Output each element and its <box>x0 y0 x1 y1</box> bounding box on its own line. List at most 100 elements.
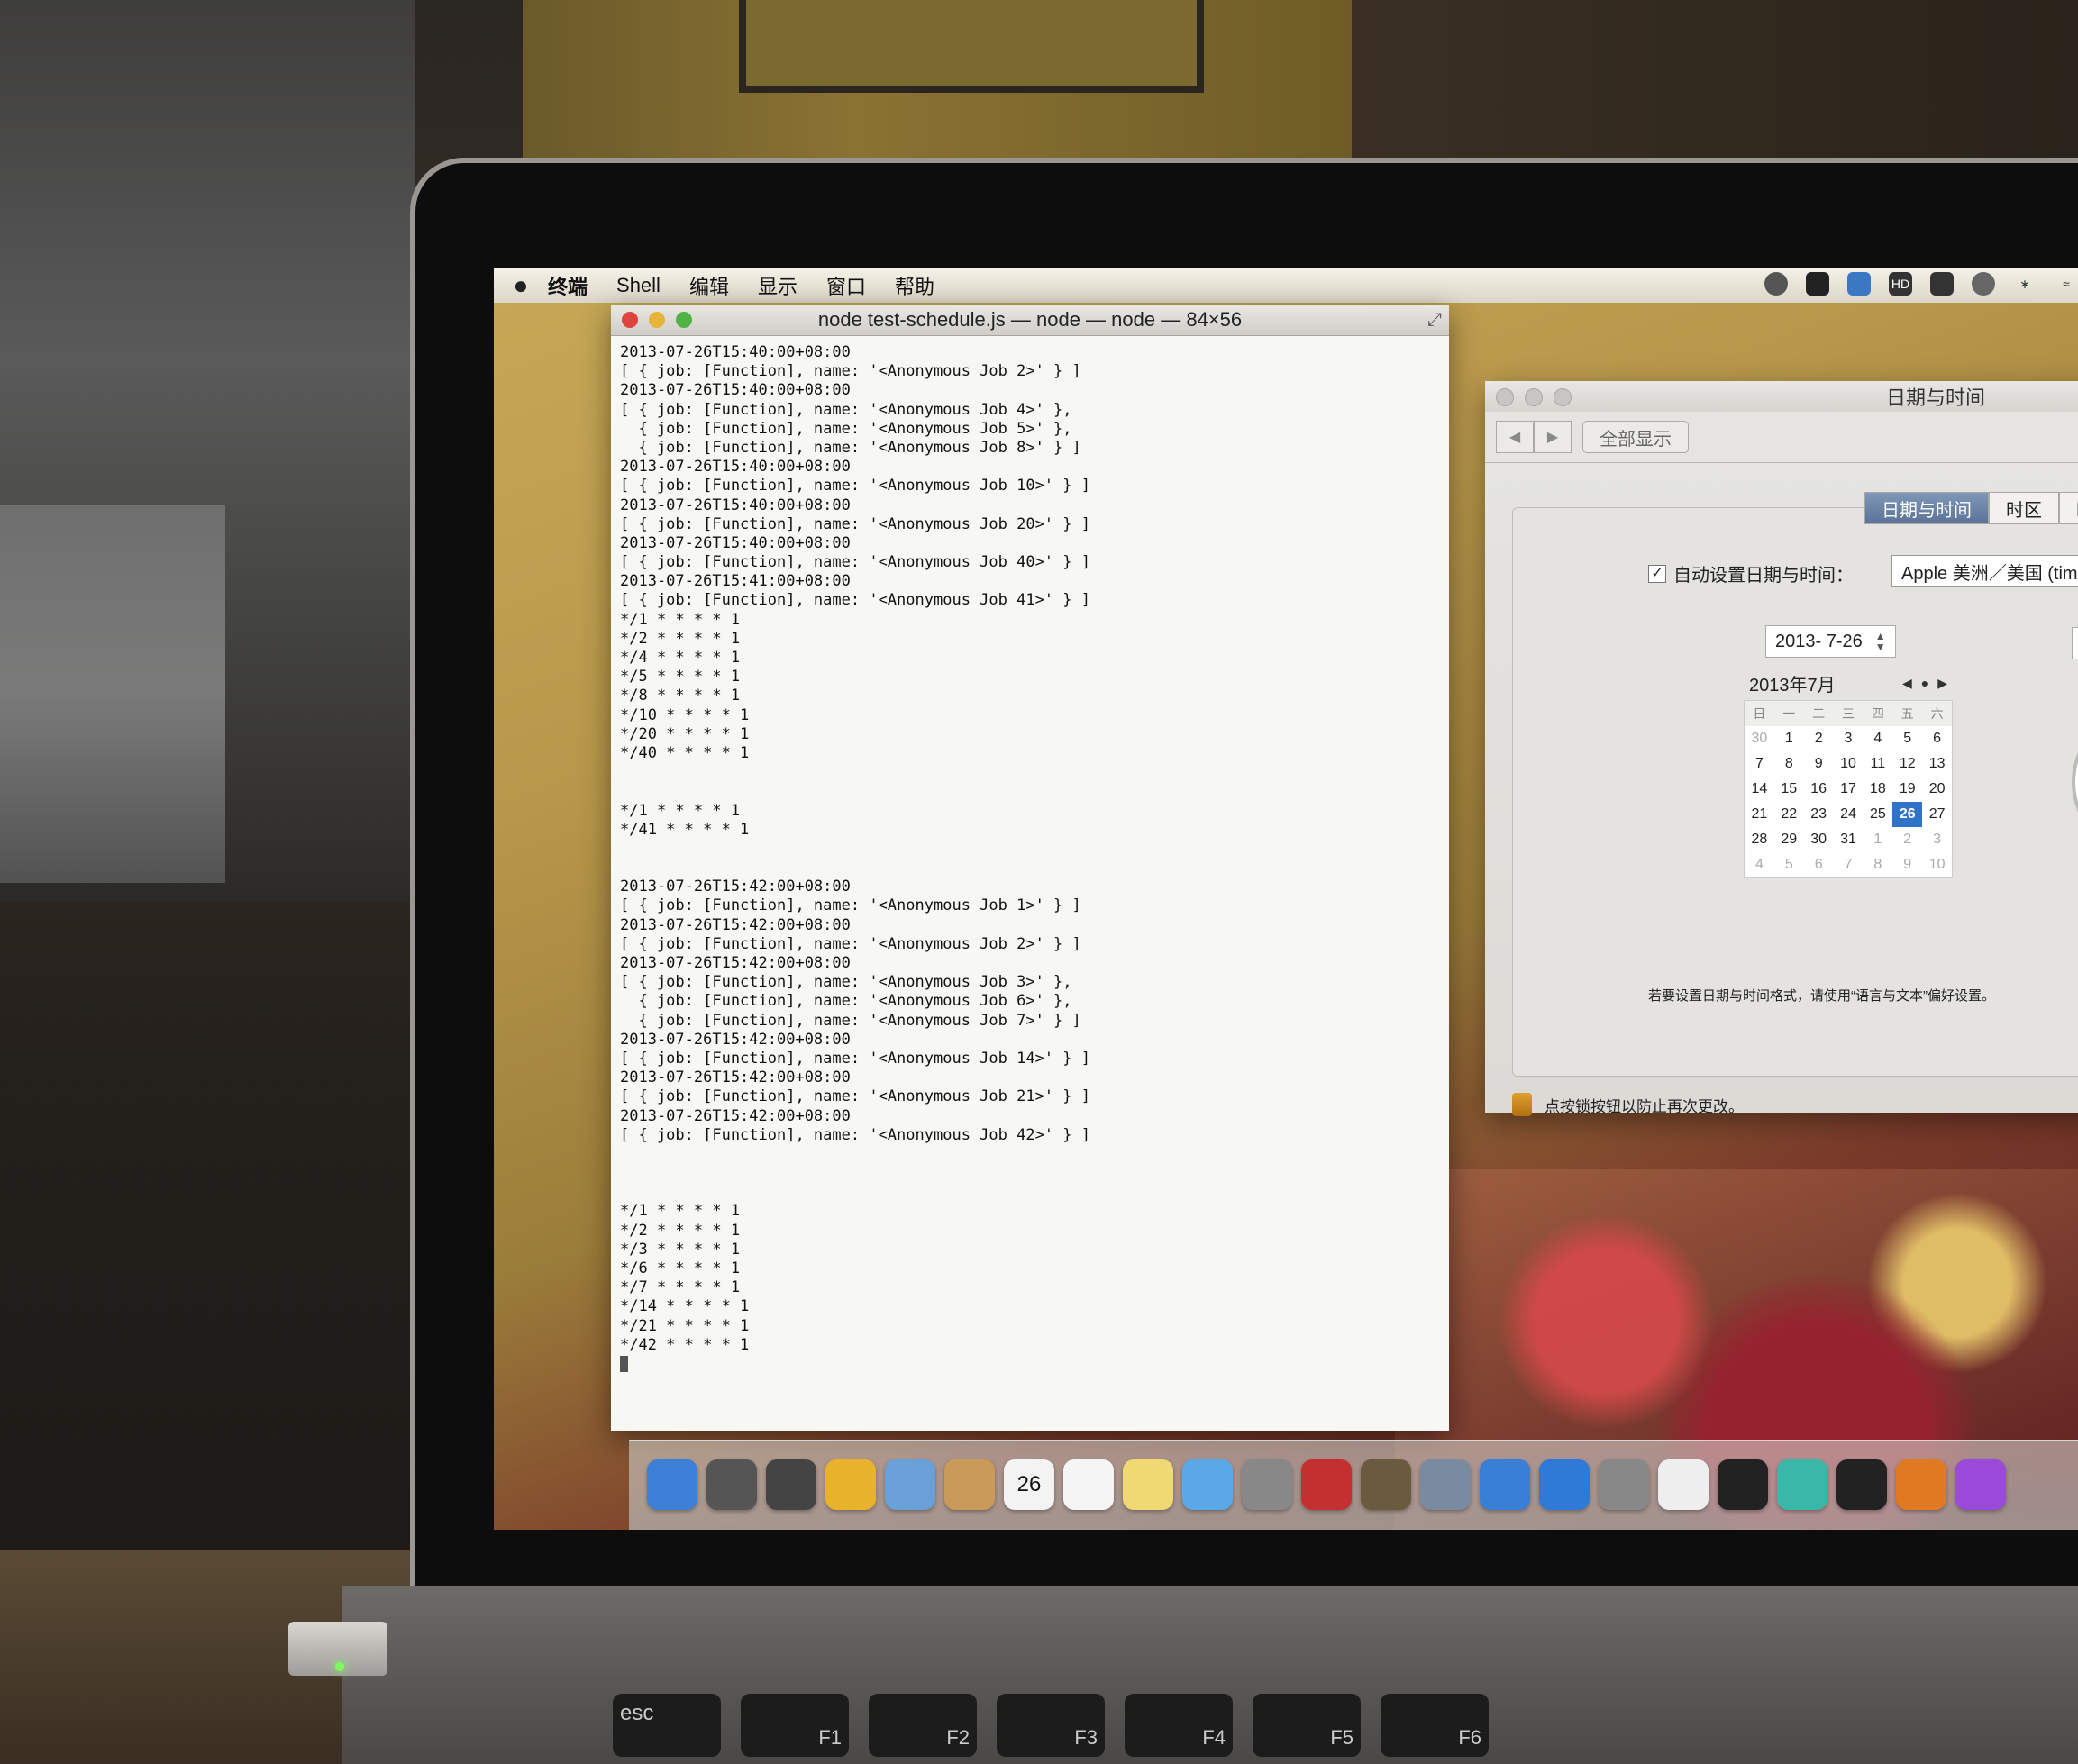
calendar-day[interactable]: 18 <box>1863 777 1892 802</box>
close-button[interactable] <box>1496 388 1514 406</box>
wifi-icon[interactable]: ≈ <box>2055 272 2078 296</box>
itunes-icon[interactable] <box>1480 1459 1530 1510</box>
hd-icon[interactable]: HD <box>1889 272 1912 296</box>
calendar-day[interactable]: 23 <box>1804 802 1834 827</box>
dropbox-icon[interactable] <box>1847 272 1871 296</box>
calendar-day[interactable]: 10 <box>1922 852 1952 877</box>
next-month-icon[interactable]: ▶ <box>1937 676 1947 691</box>
system-preferences-icon[interactable] <box>1599 1459 1649 1510</box>
tab-time-zone[interactable]: 时区 <box>1989 492 2059 524</box>
menu-terminal[interactable]: 终端 <box>548 271 588 300</box>
calendar-day[interactable]: 24 <box>1834 802 1864 827</box>
m-app-icon[interactable] <box>1777 1459 1827 1510</box>
lock-icon[interactable] <box>1512 1093 1532 1116</box>
calendar-day[interactable]: 31 <box>1834 827 1864 852</box>
key-f3[interactable]: F3 <box>997 1694 1105 1757</box>
notes-icon[interactable] <box>1123 1459 1173 1510</box>
calendar-day[interactable]: 3 <box>1922 827 1952 852</box>
calendar-day[interactable]: 28 <box>1745 827 1774 852</box>
flower-app-icon[interactable] <box>1955 1459 2006 1510</box>
terminal-output[interactable]: 2013-07-26T15:40:00+08:00[ { job: [Funct… <box>611 336 1449 1381</box>
calendar-day[interactable]: 1 <box>1863 827 1892 852</box>
time-machine-icon[interactable] <box>1972 272 1995 296</box>
calendar-day[interactable]: 22 <box>1774 802 1804 827</box>
forward-button[interactable]: ▶ <box>1534 421 1572 453</box>
show-all-button[interactable]: 全部显示 <box>1582 421 1689 453</box>
calendar-day[interactable]: 6 <box>1922 726 1952 751</box>
menu-view[interactable]: 显示 <box>758 271 797 300</box>
time-field[interactable]: 下 <box>2072 627 2078 659</box>
calendar-day[interactable]: 1 <box>1774 726 1804 751</box>
key-f6[interactable]: F6 <box>1381 1694 1489 1757</box>
calendar-day[interactable]: 10 <box>1834 751 1864 777</box>
key-f5[interactable]: F5 <box>1253 1694 1361 1757</box>
calendar-day[interactable]: 13 <box>1922 751 1952 777</box>
facetime-icon[interactable] <box>1242 1459 1292 1510</box>
evernote-icon[interactable] <box>1764 272 1788 296</box>
minimize-button[interactable] <box>649 312 665 328</box>
calendar-day[interactable]: 21 <box>1745 802 1774 827</box>
calendar-day[interactable]: 3 <box>1834 726 1864 751</box>
calendar-day[interactable]: 27 <box>1922 802 1952 827</box>
document-icon[interactable] <box>1658 1459 1709 1510</box>
minimize-button[interactable] <box>1525 388 1543 406</box>
date-field[interactable]: 2013- 7-26 ▲ ▼ <box>1765 625 1896 658</box>
key-f4[interactable]: F4 <box>1125 1694 1233 1757</box>
chrome-icon[interactable] <box>825 1459 876 1510</box>
contacts-icon[interactable] <box>944 1459 995 1510</box>
calendar-day[interactable]: 5 <box>1774 852 1804 877</box>
previous-month-icon[interactable]: ◀ <box>1902 676 1912 691</box>
calendar-day[interactable]: 25 <box>1863 802 1892 827</box>
calendar-day[interactable]: 12 <box>1892 751 1922 777</box>
firefox-icon[interactable] <box>1896 1459 1946 1510</box>
calendar-day[interactable]: 5 <box>1892 726 1922 751</box>
zoom-button[interactable] <box>676 312 692 328</box>
app-store-icon[interactable] <box>1539 1459 1590 1510</box>
calendar-day[interactable]: 6 <box>1804 852 1834 877</box>
terminal-icon[interactable] <box>1718 1459 1768 1510</box>
battery-meter-icon[interactable] <box>1930 272 1954 296</box>
calendar-day[interactable]: 16 <box>1804 777 1834 802</box>
bluetooth-icon[interactable]: ∗ <box>2013 272 2037 296</box>
reminders-icon[interactable] <box>1063 1459 1114 1510</box>
fullscreen-icon[interactable]: ⤢ <box>1427 310 1442 331</box>
qq-icon[interactable] <box>1836 1459 1887 1510</box>
today-dot-icon[interactable]: ● <box>1921 676 1928 691</box>
calendar-day[interactable]: 9 <box>1892 852 1922 877</box>
menu-help[interactable]: 帮助 <box>895 271 934 300</box>
close-button[interactable] <box>622 312 638 328</box>
auto-set-checkbox[interactable]: ✓ <box>1648 564 1666 583</box>
messages-icon[interactable] <box>1182 1459 1233 1510</box>
calendar-day[interactable]: 30 <box>1804 827 1834 852</box>
tab-date-time[interactable]: 日期与时间 <box>1864 492 1989 524</box>
preview-icon[interactable] <box>1420 1459 1471 1510</box>
finder-icon[interactable] <box>647 1459 697 1510</box>
calendar-day[interactable]: 17 <box>1834 777 1864 802</box>
calendar-day[interactable]: 4 <box>1863 726 1892 751</box>
key-f1[interactable]: F1 <box>741 1694 849 1757</box>
calendar-icon[interactable]: 26 <box>1004 1459 1054 1510</box>
calendar-day[interactable]: 30 <box>1745 726 1774 751</box>
calendar-day[interactable]: 8 <box>1774 751 1804 777</box>
calendar-day[interactable]: 7 <box>1834 852 1864 877</box>
date-stepper-icon[interactable]: ▲ ▼ <box>1875 631 1886 652</box>
key-f2[interactable]: F2 <box>869 1694 977 1757</box>
launchpad-icon[interactable] <box>706 1459 757 1510</box>
calendar-day[interactable]: 19 <box>1892 777 1922 802</box>
calendar-day[interactable]: 26 <box>1892 802 1923 827</box>
calendar-day[interactable]: 29 <box>1774 827 1804 852</box>
calendar-day[interactable]: 14 <box>1745 777 1774 802</box>
time-server-select[interactable]: Apple 美洲／美国 (time.a <box>1891 555 2078 587</box>
calendar-day[interactable]: 11 <box>1863 751 1892 777</box>
calendar-day[interactable]: 7 <box>1745 751 1774 777</box>
calendar-day[interactable]: 4 <box>1745 852 1774 877</box>
alfred-icon[interactable] <box>1806 272 1829 296</box>
menu-shell[interactable]: Shell <box>616 274 661 297</box>
menu-edit[interactable]: 编辑 <box>689 271 729 300</box>
calendar-day[interactable]: 15 <box>1774 777 1804 802</box>
key-esc[interactable]: esc <box>613 1694 721 1757</box>
calendar-day[interactable]: 20 <box>1922 777 1952 802</box>
back-button[interactable]: ◀ <box>1496 421 1534 453</box>
calendar-day[interactable]: 9 <box>1804 751 1834 777</box>
tab-clock[interactable]: 时钟 <box>2059 492 2078 524</box>
